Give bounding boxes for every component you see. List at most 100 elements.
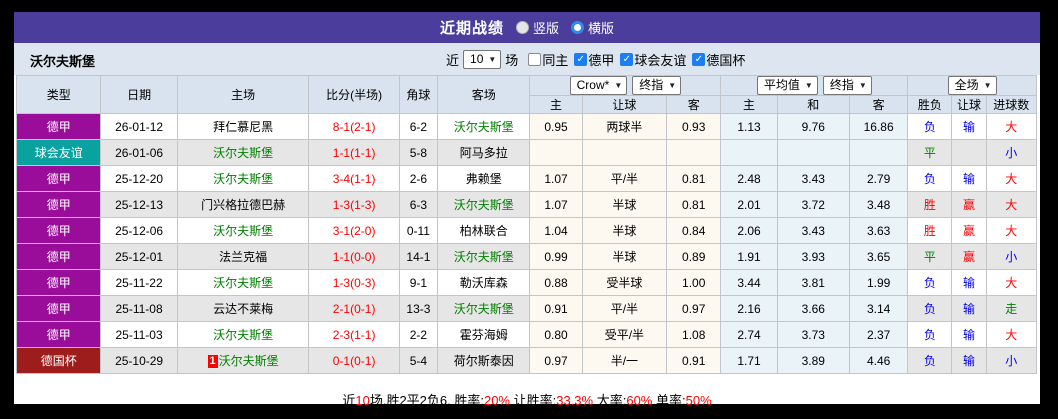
checkbox-checked-icon[interactable]: ✓ — [620, 52, 634, 66]
summary-segment: 33.3% — [556, 393, 594, 408]
summary-segment: 20% — [483, 393, 510, 408]
result-handicap-cell: 赢 — [951, 191, 987, 218]
title-bar: 近期战绩 竖版 横版 — [14, 12, 1040, 43]
avg-away-cell: 16.86 — [848, 113, 909, 140]
sub-header-avg-draw: 和 — [776, 95, 850, 114]
column-header-home: 主场 — [176, 75, 310, 114]
result-wdl-cell: 负 — [907, 295, 953, 322]
league-checkbox-item[interactable]: ✓ 球会友谊 — [620, 50, 686, 69]
avg-home-cell: 2.74 — [720, 321, 778, 348]
radio-horizontal-label: 横版 — [588, 21, 615, 36]
view-option-vertical[interactable]: 竖版 — [515, 18, 559, 37]
results-tbody: 德甲 26-01-12 拜仁慕尼黑 8-1(2-1) 6-2 沃尔夫斯堡 0.95 两球半 0.… — [15, 113, 1038, 374]
corners-cell: 2-2 — [398, 321, 439, 348]
odds-away-cell: 0.81 — [666, 191, 722, 218]
corners-cell: 13-3 — [398, 295, 439, 322]
odds-away-cell: 0.81 — [666, 165, 722, 192]
odds-home-cell: 0.95 — [529, 113, 583, 140]
odds-home-cell: 0.88 — [529, 269, 583, 296]
odds-home-cell: 1.04 — [529, 217, 583, 244]
corners-cell: 6-2 — [398, 113, 439, 140]
table-row: 德甲 26-01-12 拜仁慕尼黑 8-1(2-1) 6-2 沃尔夫斯堡 0.95 两球半 0.… — [15, 113, 1038, 140]
average-select-value: 平均值 — [763, 78, 800, 92]
avg-away-cell: 3.48 — [848, 191, 909, 218]
view-option-horizontal[interactable]: 横版 — [571, 18, 614, 37]
avg-away-cell: 3.14 — [848, 295, 909, 322]
avg-home-cell: 1.13 — [720, 113, 778, 140]
date-cell: 25-11-03 — [100, 321, 178, 348]
avg-home-cell — [720, 139, 778, 166]
chevron-down-icon: ▼ — [614, 81, 623, 90]
handicap-cell: 平/半 — [581, 295, 668, 322]
sub-header-avg-home: 主 — [720, 95, 778, 114]
league-checkbox-item[interactable]: ✓ 德国杯 — [692, 50, 745, 69]
table-row: 德甲 25-12-13 门兴格拉德巴赫 1-3(1-3) 6-3 沃尔夫斯堡 1.07 半球 0… — [15, 191, 1038, 218]
away-team-cell: 沃尔夫斯堡 — [436, 243, 531, 270]
games-suffix-label: 场 — [505, 52, 519, 68]
checkbox-label: 球会友谊 — [634, 52, 687, 68]
date-cell: 25-12-20 — [100, 165, 178, 192]
score-cell: 1-3(1-3) — [308, 191, 400, 218]
result-handicap-cell: 输 — [951, 295, 987, 322]
result-handicap-cell: 输 — [951, 165, 987, 192]
filter-controls: 近 10 ▼ 场 同主 ✓ 德甲 ✓ 球会友谊 ✓ 德国杯 — [442, 48, 745, 70]
summary-segment: 大率: — [593, 393, 627, 408]
chevron-down-icon: ▼ — [804, 81, 813, 90]
bookmaker-select[interactable]: Crow* ▼ — [569, 76, 628, 95]
table-row: 德国杯 25-10-29 1 沃尔夫斯堡 0-1(0-1) 5-4 荷尔斯泰因 0.97 半/一… — [15, 347, 1038, 374]
result-handicap-cell: 赢 — [951, 217, 987, 244]
panel: 近期战绩 竖版 横版 沃尔夫斯堡 近 10 ▼ 场 同主 ✓ 德甲 ✓ 球会友谊 ✓ 德国杯 — [14, 12, 1040, 408]
chevron-down-icon: ▼ — [858, 81, 867, 90]
chevron-down-icon: ▼ — [668, 81, 677, 90]
corners-cell: 5-4 — [398, 347, 439, 374]
result-handicap-cell: 输 — [951, 269, 987, 296]
league-checkbox-item[interactable]: ✓ 德甲 — [574, 50, 614, 69]
results-table: 类型 日期 主场 比分(半场) 角球 客场 Crow* ▼ 终指 ▼ 平均值 ▼… — [15, 75, 1038, 374]
league-cell: 德甲 — [15, 191, 102, 218]
summary-segment: 10 — [355, 393, 370, 408]
scope-header-group: 全场 ▼ — [907, 75, 1037, 96]
avg-away-cell: 1.99 — [848, 269, 909, 296]
away-team-cell: 沃尔夫斯堡 — [436, 191, 531, 218]
scope-select[interactable]: 全场 ▼ — [947, 76, 997, 95]
recent-count-value: 10 — [470, 51, 484, 66]
table-row: 德甲 25-12-20 沃尔夫斯堡 3-4(1-1) 2-6 弗赖堡 1.07 平/半 0.81… — [15, 165, 1038, 192]
score-cell: 3-1(2-0) — [308, 217, 400, 244]
avg-away-cell: 2.79 — [848, 165, 909, 192]
avg-away-cell: 3.63 — [848, 217, 909, 244]
average-select[interactable]: 平均值 ▼ — [756, 76, 818, 95]
recent-prefix-label: 近 — [446, 52, 460, 68]
home-team-cell: 法兰克福 — [176, 243, 310, 270]
column-header-score: 比分(半场) — [308, 75, 400, 114]
odds-away-cell: 1.00 — [666, 269, 722, 296]
radio-button-selected-icon[interactable] — [571, 21, 584, 34]
average-stage-select[interactable]: 终指 ▼ — [822, 76, 872, 95]
away-team-cell: 柏林联合 — [436, 217, 531, 244]
checkbox-checked-icon[interactable]: ✓ — [692, 52, 706, 66]
same-home-checkbox-item[interactable]: 同主 — [528, 50, 568, 69]
bookmaker-stage-select[interactable]: 终指 ▼ — [632, 76, 682, 95]
away-team-cell: 荷尔斯泰因 — [436, 347, 531, 374]
avg-draw-cell: 3.93 — [776, 243, 850, 270]
summary-line: 近10场,胜2平2负6, 胜率:20% 让胜率:33.3% 大率:60% 单率:… — [14, 390, 1040, 409]
date-cell: 25-12-01 — [100, 243, 178, 270]
odds-away-cell: 0.91 — [666, 347, 722, 374]
result-wdl-cell: 胜 — [907, 217, 953, 244]
odds-away-cell: 1.08 — [666, 321, 722, 348]
recent-count-select[interactable]: 10 ▼ — [463, 49, 502, 69]
home-team-cell: 沃尔夫斯堡 — [176, 217, 310, 244]
summary-segment: 场,胜2平2负6, 胜率: — [369, 393, 484, 408]
odds-home-cell: 1.07 — [529, 191, 583, 218]
date-cell: 26-01-06 — [100, 139, 178, 166]
radio-button-icon[interactable] — [515, 21, 529, 34]
checkbox-checked-icon[interactable]: ✓ — [574, 52, 588, 66]
result-handicap-cell: 输 — [951, 113, 987, 140]
score-cell: 8-1(2-1) — [308, 113, 400, 140]
home-team-cell: 沃尔夫斯堡 — [176, 165, 310, 192]
table-row: 德甲 25-12-01 法兰克福 1-1(0-0) 14-1 沃尔夫斯堡 0.99 半球 0.8… — [15, 243, 1038, 270]
average-header-group: 平均值 ▼ 终指 ▼ — [720, 75, 909, 96]
odds-home-cell: 0.97 — [529, 347, 583, 374]
avg-home-cell: 2.06 — [720, 217, 778, 244]
checkbox-unchecked-icon[interactable] — [528, 52, 542, 66]
away-team-cell: 沃尔夫斯堡 — [436, 295, 531, 322]
